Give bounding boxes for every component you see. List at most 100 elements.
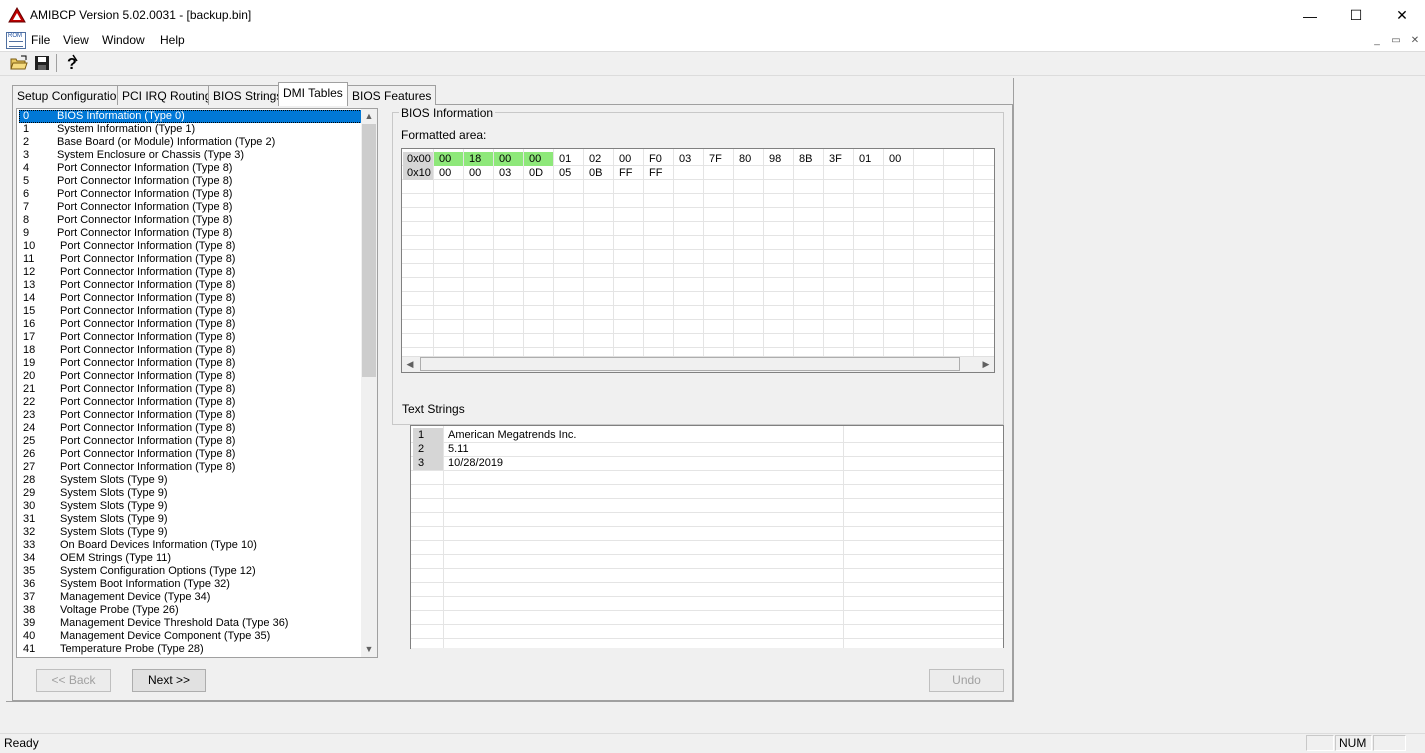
dmi-list-item[interactable]: 24 Port Connector Information (Type 8) bbox=[19, 422, 362, 435]
menu-window[interactable]: Window bbox=[102, 33, 145, 47]
help-question-icon[interactable]: ? bbox=[61, 53, 81, 73]
dmi-list-item[interactable]: 23 Port Connector Information (Type 8) bbox=[19, 409, 362, 422]
dmi-list-item[interactable]: 40 Management Device Component (Type 35) bbox=[19, 630, 362, 643]
hex-byte-cell[interactable]: FF bbox=[644, 166, 673, 180]
hex-scroll-thumb[interactable] bbox=[420, 357, 960, 371]
dmi-list-item[interactable]: 0 BIOS Information (Type 0) bbox=[19, 110, 362, 123]
dmi-list-item[interactable]: 21 Port Connector Information (Type 8) bbox=[19, 383, 362, 396]
dmi-list-item[interactable]: 28 System Slots (Type 9) bbox=[19, 474, 362, 487]
dmi-list-item[interactable]: 2 Base Board (or Module) Information (Typ… bbox=[19, 136, 362, 149]
dmi-list-item[interactable]: 6 Port Connector Information (Type 8) bbox=[19, 188, 362, 201]
dmi-list-item[interactable]: 37 Management Device (Type 34) bbox=[19, 591, 362, 604]
tab-setup-configuration[interactable]: Setup Configuration bbox=[12, 85, 129, 105]
text-string-value[interactable]: American Megatrends Inc. bbox=[448, 428, 576, 442]
tab-bios-strings[interactable]: BIOS Strings bbox=[208, 85, 288, 105]
dmi-list-item[interactable]: 10 Port Connector Information (Type 8) bbox=[19, 240, 362, 253]
save-disk-icon[interactable] bbox=[32, 53, 52, 73]
text-string-row[interactable]: 1 American Megatrends Inc. bbox=[411, 428, 1003, 442]
dmi-list-item[interactable]: 36 System Boot Information (Type 32) bbox=[19, 578, 362, 591]
hex-byte-cell[interactable]: 01 bbox=[854, 152, 883, 166]
dmi-list-item[interactable]: 16 Port Connector Information (Type 8) bbox=[19, 318, 362, 331]
hex-byte-cell[interactable]: 02 bbox=[584, 152, 613, 166]
list-scroll-thumb[interactable] bbox=[362, 124, 376, 377]
hex-byte-cell[interactable]: 00 bbox=[434, 166, 463, 180]
hex-byte-cell[interactable]: 03 bbox=[494, 166, 523, 180]
hex-byte-cell[interactable]: 00 bbox=[614, 152, 643, 166]
dmi-list-item[interactable]: 33 On Board Devices Information (Type 10) bbox=[19, 539, 362, 552]
hex-byte-cell[interactable]: 98 bbox=[764, 152, 793, 166]
open-folder-icon[interactable] bbox=[9, 53, 29, 73]
tab-pci-irq-routing[interactable]: PCI IRQ Routing bbox=[117, 85, 217, 105]
dmi-list-item[interactable]: 5 Port Connector Information (Type 8) bbox=[19, 175, 362, 188]
hex-byte-cell[interactable]: 00 bbox=[884, 152, 913, 166]
hex-byte-cell[interactable]: 18 bbox=[464, 152, 493, 166]
hex-byte-cell[interactable]: 7F bbox=[704, 152, 733, 166]
dmi-list-item[interactable]: 29 System Slots (Type 9) bbox=[19, 487, 362, 500]
dmi-list-item[interactable]: 7 Port Connector Information (Type 8) bbox=[19, 201, 362, 214]
hex-byte-cell[interactable]: 00 bbox=[494, 152, 523, 166]
dmi-list-item[interactable]: 13 Port Connector Information (Type 8) bbox=[19, 279, 362, 292]
dmi-list-item[interactable]: 19 Port Connector Information (Type 8) bbox=[19, 357, 362, 370]
scroll-left-icon[interactable]: ◀ bbox=[402, 356, 418, 372]
text-string-row[interactable]: 2 5.11 bbox=[411, 442, 1003, 456]
dmi-list-item[interactable]: 30 System Slots (Type 9) bbox=[19, 500, 362, 513]
menu-view[interactable]: View bbox=[63, 33, 89, 47]
hex-byte-cell[interactable]: F0 bbox=[644, 152, 673, 166]
dmi-list-item[interactable]: 15 Port Connector Information (Type 8) bbox=[19, 305, 362, 318]
dmi-list-item[interactable]: 27 Port Connector Information (Type 8) bbox=[19, 461, 362, 474]
dmi-list-item[interactable]: 3 System Enclosure or Chassis (Type 3) bbox=[19, 149, 362, 162]
scroll-up-icon[interactable]: ▲ bbox=[361, 108, 377, 124]
hex-byte-cell[interactable]: 8B bbox=[794, 152, 823, 166]
hex-byte-cell[interactable]: 3F bbox=[824, 152, 853, 166]
hex-byte-cell[interactable]: 00 bbox=[464, 166, 493, 180]
dmi-list-item[interactable]: 26 Port Connector Information (Type 8) bbox=[19, 448, 362, 461]
dmi-list-item[interactable]: 14 Port Connector Information (Type 8) bbox=[19, 292, 362, 305]
hex-byte-cell[interactable]: 00 bbox=[524, 152, 553, 166]
menu-file[interactable]: File bbox=[31, 33, 50, 47]
dmi-list-item[interactable]: 8 Port Connector Information (Type 8) bbox=[19, 214, 362, 227]
minimize-button[interactable]: — bbox=[1287, 0, 1333, 31]
hex-byte-cell[interactable]: 03 bbox=[674, 152, 703, 166]
hex-byte-cell[interactable]: 00 bbox=[434, 152, 463, 166]
dmi-list-item[interactable]: 11 Port Connector Information (Type 8) bbox=[19, 253, 362, 266]
hex-byte-cell[interactable]: 01 bbox=[554, 152, 583, 166]
tab-bios-features[interactable]: BIOS Features bbox=[347, 85, 437, 105]
dmi-list-item[interactable]: 39 Management Device Threshold Data (Type… bbox=[19, 617, 362, 630]
dmi-list-item[interactable]: 38 Voltage Probe (Type 26) bbox=[19, 604, 362, 617]
dmi-list-item[interactable]: 12 Port Connector Information (Type 8) bbox=[19, 266, 362, 279]
text-string-value[interactable]: 5.11 bbox=[448, 442, 469, 456]
formatted-area-grid[interactable]: 0x00 00 18 00 00 01 02 00 F0 03 7F 80 98 8B 3F 01 00 0x10… bbox=[401, 148, 995, 373]
dmi-list-item[interactable]: 41 Temperature Probe (Type 28) bbox=[19, 643, 362, 656]
rom-document-icon[interactable]: ROM bbox=[6, 32, 26, 49]
hex-byte-cell[interactable]: 80 bbox=[734, 152, 763, 166]
text-string-value[interactable]: 10/28/2019 bbox=[448, 456, 503, 470]
dmi-list-item[interactable]: 17 Port Connector Information (Type 8) bbox=[19, 331, 362, 344]
hex-byte-cell[interactable]: 05 bbox=[554, 166, 583, 180]
dmi-list-item[interactable]: 42 Management Device Threshold Data (Type… bbox=[19, 656, 362, 657]
mdi-minimize-button[interactable]: _ bbox=[1370, 35, 1384, 47]
dmi-list-item[interactable]: 25 Port Connector Information (Type 8) bbox=[19, 435, 362, 448]
dmi-table-list[interactable]: 0 BIOS Information (Type 0) 1 System Inform… bbox=[16, 108, 378, 658]
dmi-list-item[interactable]: 31 System Slots (Type 9) bbox=[19, 513, 362, 526]
dmi-list-item[interactable]: 9 Port Connector Information (Type 8) bbox=[19, 227, 362, 240]
back-button[interactable]: << Back bbox=[36, 669, 111, 692]
mdi-restore-button[interactable]: ▭ bbox=[1389, 35, 1403, 47]
scroll-right-icon[interactable]: ▶ bbox=[978, 356, 994, 372]
maximize-button[interactable]: ☐ bbox=[1333, 0, 1379, 31]
hex-byte-cell[interactable]: FF bbox=[614, 166, 643, 180]
close-button[interactable]: ✕ bbox=[1379, 0, 1425, 31]
undo-button[interactable]: Undo bbox=[929, 669, 1004, 692]
dmi-list-item[interactable]: 35 System Configuration Options (Type 12) bbox=[19, 565, 362, 578]
menu-help[interactable]: Help bbox=[160, 33, 185, 47]
dmi-list-item[interactable]: 1 System Information (Type 1) bbox=[19, 123, 362, 136]
hex-byte-cell[interactable]: 0B bbox=[584, 166, 613, 180]
dmi-list-item[interactable]: 20 Port Connector Information (Type 8) bbox=[19, 370, 362, 383]
dmi-list-item[interactable]: 18 Port Connector Information (Type 8) bbox=[19, 344, 362, 357]
next-button[interactable]: Next >> bbox=[132, 669, 206, 692]
dmi-list-item[interactable]: 32 System Slots (Type 9) bbox=[19, 526, 362, 539]
dmi-list-item[interactable]: 22 Port Connector Information (Type 8) bbox=[19, 396, 362, 409]
dmi-list-item[interactable]: 34 OEM Strings (Type 11) bbox=[19, 552, 362, 565]
dmi-list-item[interactable]: 4 Port Connector Information (Type 8) bbox=[19, 162, 362, 175]
text-string-row[interactable]: 3 10/28/2019 bbox=[411, 456, 1003, 470]
scroll-down-icon[interactable]: ▼ bbox=[361, 641, 377, 657]
